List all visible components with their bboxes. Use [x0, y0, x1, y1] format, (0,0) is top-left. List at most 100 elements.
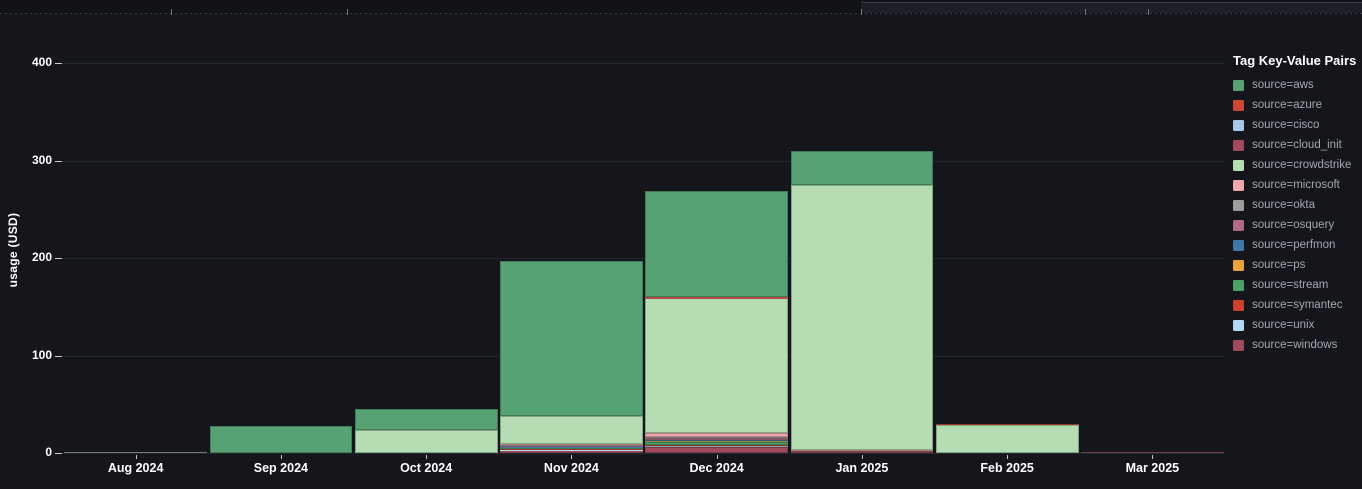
legend-swatch-okta [1233, 200, 1244, 211]
bar-segment-symantec[interactable] [645, 445, 788, 446]
bar-segment-aws[interactable] [500, 261, 643, 416]
bar-segment-osquery[interactable] [500, 446, 643, 447]
bar-segment-crowdstrike[interactable] [355, 430, 498, 453]
y-tick-label: 200 [12, 250, 52, 264]
legend-label: source=perfmon [1252, 239, 1335, 251]
bar-segment-crowdstrike[interactable] [500, 416, 643, 443]
y-axis-tick [55, 453, 62, 454]
bar-segment-crowdstrike[interactable] [936, 425, 1079, 453]
bar-segment-unix[interactable] [645, 446, 788, 447]
bar-segment-azure[interactable] [645, 297, 788, 298]
x-tick-label: Dec 2024 [657, 461, 777, 475]
bar-segment-crowdstrike[interactable] [645, 298, 788, 433]
bar-segment-stream[interactable] [645, 442, 788, 445]
legend-label: source=unix [1252, 319, 1314, 331]
stacked-bar-plot: 0100200300400Aug 2024Sep 2024Oct 2024Nov… [0, 0, 1362, 489]
y-axis-tick [55, 63, 62, 64]
bar-segment-stream[interactable] [500, 448, 643, 449]
legend-swatch-crowdstrike [1233, 160, 1244, 171]
bar-segment-aws[interactable] [645, 191, 788, 296]
x-axis-tick [1152, 455, 1153, 459]
legend-item-perfmon[interactable]: source=perfmon [1233, 235, 1361, 255]
bar-segment-aws[interactable] [791, 151, 934, 185]
x-tick-label: Sep 2024 [221, 461, 341, 475]
legend-swatch-unix [1233, 320, 1244, 331]
legend-label: source=cisco [1252, 119, 1319, 131]
legend-item-cisco[interactable]: source=cisco [1233, 115, 1361, 135]
bar-segment-crowdstrike[interactable] [791, 185, 934, 449]
x-tick-label: Mar 2025 [1092, 461, 1212, 475]
x-axis-tick [281, 455, 282, 459]
legend-item-microsoft[interactable]: source=microsoft [1233, 175, 1361, 195]
bar-segment-unix[interactable] [500, 450, 643, 451]
bar-segment-windows[interactable] [1081, 452, 1224, 453]
y-axis-tick [55, 258, 62, 259]
y-tick-label: 300 [12, 153, 52, 167]
legend-swatch-ps [1233, 260, 1244, 271]
legend-label: source=cloud_init [1252, 139, 1342, 151]
bar-segment-azure[interactable] [936, 424, 1079, 425]
legend-swatch-osquery [1233, 220, 1244, 231]
legend-item-aws[interactable]: source=aws [1233, 75, 1361, 95]
y-tick-label: 400 [12, 55, 52, 69]
y-tick-label: 100 [12, 348, 52, 362]
legend-label: source=aws [1252, 79, 1314, 91]
legend-label: source=microsoft [1252, 179, 1340, 191]
legend-item-osquery[interactable]: source=osquery [1233, 215, 1361, 235]
bar-segment-osquery[interactable] [645, 438, 788, 439]
legend: Tag Key-Value Pairs source=awssource=azu… [1233, 53, 1361, 355]
legend-item-azure[interactable]: source=azure [1233, 95, 1361, 115]
x-axis-tick [426, 455, 427, 459]
bar-segment-symantec[interactable] [500, 449, 643, 450]
x-tick-label: Feb 2025 [947, 461, 1067, 475]
legend-swatch-stream [1233, 280, 1244, 291]
x-axis-tick [862, 455, 863, 459]
bar-segment-cloud_init[interactable] [645, 298, 788, 299]
legend-swatch-cloud_init [1233, 140, 1244, 151]
bar-segment-perfmon[interactable] [500, 447, 643, 448]
bar-segment-aws[interactable] [210, 426, 353, 453]
legend-item-okta[interactable]: source=okta [1233, 195, 1361, 215]
y-axis-tick [55, 161, 62, 162]
bar-segment-windows[interactable] [791, 451, 934, 453]
gridline [63, 161, 1225, 162]
bar-segment-ps[interactable] [645, 441, 788, 442]
legend-item-unix[interactable]: source=unix [1233, 315, 1361, 335]
legend-label: source=ps [1252, 259, 1305, 271]
bar-segment-microsoft[interactable] [791, 450, 934, 451]
bar-segment-microsoft[interactable] [500, 444, 643, 445]
legend-swatch-cisco [1233, 120, 1244, 131]
usage-dashboard-screen: usage (USD) 0100200300400Aug 2024Sep 202… [0, 0, 1362, 489]
legend-item-symantec[interactable]: source=symantec [1233, 295, 1361, 315]
x-tick-label: Aug 2024 [76, 461, 196, 475]
legend-item-stream[interactable]: source=stream [1233, 275, 1361, 295]
bar-segment-okta[interactable] [500, 445, 643, 446]
legend-item-ps[interactable]: source=ps [1233, 255, 1361, 275]
bar-segment-windows[interactable] [500, 450, 643, 453]
legend-label: source=osquery [1252, 219, 1334, 231]
bar-segment-windows[interactable] [645, 447, 788, 453]
bar-segment-ps[interactable] [500, 447, 643, 448]
x-axis-tick [1007, 455, 1008, 459]
legend-label: source=azure [1252, 99, 1322, 111]
legend-item-cloud_init[interactable]: source=cloud_init [1233, 135, 1361, 155]
bar-segment-okta[interactable] [645, 437, 788, 438]
x-tick-label: Jan 2025 [802, 461, 922, 475]
bar-segment-microsoft[interactable] [645, 433, 788, 437]
legend-swatch-aws [1233, 80, 1244, 91]
legend-label: source=okta [1252, 199, 1315, 211]
legend-item-crowdstrike[interactable]: source=crowdstrike [1233, 155, 1361, 175]
bar-segment-aws[interactable] [355, 409, 498, 429]
legend-item-windows[interactable]: source=windows [1233, 335, 1361, 355]
gridline [63, 258, 1225, 259]
legend-swatch-microsoft [1233, 180, 1244, 191]
bar-segment-perfmon[interactable] [645, 440, 788, 441]
gridline [63, 453, 1225, 454]
y-axis-tick [55, 356, 62, 357]
bar-segment-okta[interactable] [64, 452, 207, 453]
legend-label: source=crowdstrike [1252, 159, 1351, 171]
x-axis-tick [717, 455, 718, 459]
bar-segment-cisco[interactable] [645, 297, 788, 298]
gridline [63, 356, 1225, 357]
y-tick-label: 0 [12, 445, 52, 459]
